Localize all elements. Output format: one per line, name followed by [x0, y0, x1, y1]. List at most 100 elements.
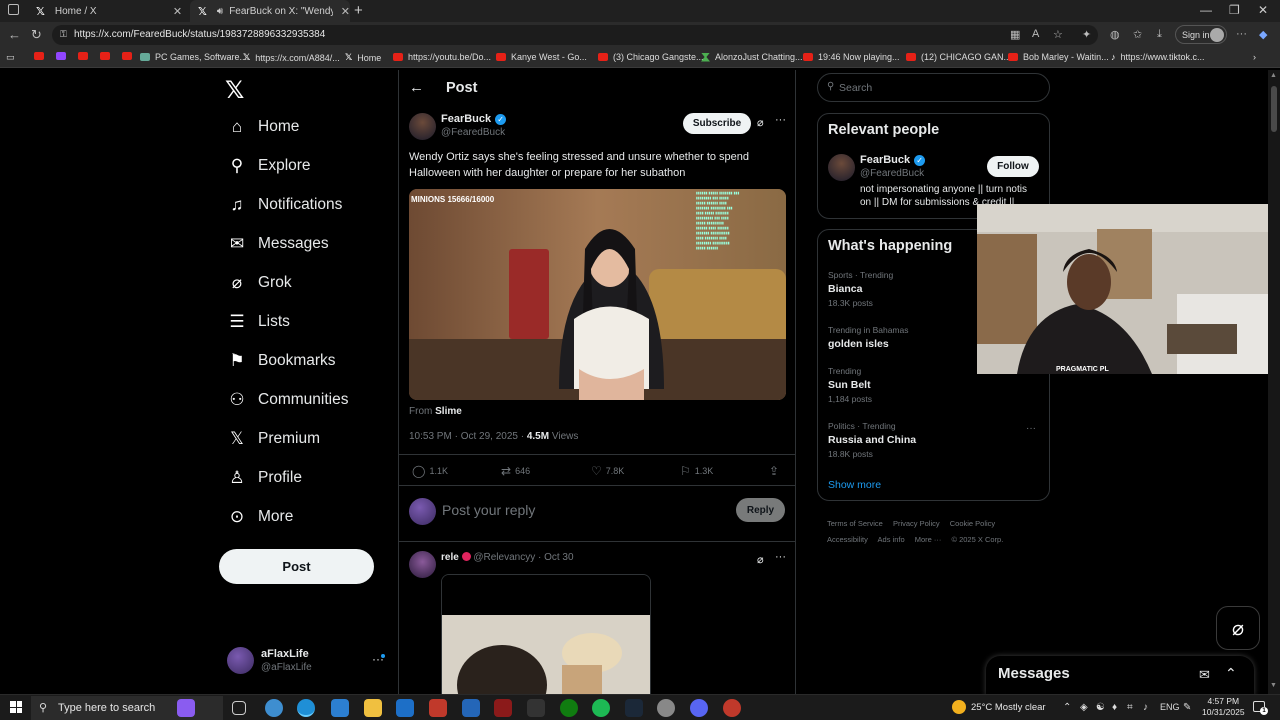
favorite-link[interactable]: https://youtu.be/Do... [393, 52, 491, 62]
comment-media[interactable] [441, 574, 651, 695]
favorite-twitch[interactable] [56, 52, 71, 60]
language-indicator[interactable]: ENG [1160, 702, 1180, 712]
trend-item[interactable]: Trending in Bahamas golden isles [828, 325, 908, 350]
volume-icon[interactable]: ♪ [1143, 702, 1148, 713]
nav-bookmarks[interactable]: ⚑ Bookmarks [226, 347, 335, 375]
footer-link[interactable]: More ··· [915, 535, 942, 544]
nav-messages[interactable]: ✉ Messages [226, 230, 329, 258]
from-source-link[interactable]: Slime [435, 406, 462, 417]
reply-input[interactable]: Post your reply [442, 502, 535, 518]
nav-more[interactable]: ⊙ More [226, 503, 293, 531]
back-arrow-icon[interactable]: ← [409, 79, 424, 96]
reply-action[interactable]: ◯ 1.1K [412, 464, 448, 478]
relevant-handle[interactable]: @FearedBuck [860, 168, 924, 179]
messages-drawer[interactable]: Messages ✉ ⌃ [986, 656, 1254, 696]
app-icon[interactable] [657, 699, 675, 717]
author-handle[interactable]: @FearedBuck [441, 127, 505, 138]
tab-actions-icon[interactable] [8, 4, 19, 15]
microphone-icon[interactable]: ♦ [1112, 702, 1117, 713]
refresh-icon[interactable]: ↻ [31, 27, 42, 43]
store-app-icon[interactable] [331, 699, 349, 717]
app-available-icon[interactable]: ▦ [1010, 28, 1020, 41]
outlook-app-icon[interactable] [396, 699, 414, 717]
share-action[interactable]: ⇪ [769, 464, 783, 478]
comment-handle[interactable]: @Relevancyy [473, 552, 535, 563]
footer-link[interactable]: Accessibility [827, 535, 868, 544]
minimize-button[interactable]: — [1200, 3, 1212, 17]
extensions-icon[interactable]: ✦ [1082, 28, 1091, 41]
spotify-app-icon[interactable] [592, 699, 610, 717]
discord-app-icon[interactable] [690, 699, 708, 717]
post-timestamp[interactable]: 10:53 PM · Oct 29, 2025 · [409, 431, 524, 442]
browser-tab-home[interactable]: 𝕏 Home / X ✕ [28, 0, 188, 22]
x-logo-icon[interactable]: 𝕏 [225, 76, 244, 105]
favorite-link[interactable]: 19:46 Now playing... [803, 52, 900, 62]
close-tab-icon[interactable]: ✕ [173, 5, 182, 18]
favorite-link[interactable]: 𝕏https://x.com/A884/... [243, 52, 340, 63]
grok-explain-icon[interactable]: ⌀ [757, 116, 764, 129]
footer-link[interactable]: Ads info [878, 535, 905, 544]
weather-text[interactable]: 25°C Mostly clear [971, 702, 1046, 713]
scroll-up-icon[interactable]: ▲ [1270, 72, 1277, 79]
nav-grok[interactable]: ⌀ Grok [226, 269, 292, 297]
close-tab-icon[interactable]: ✕ [341, 5, 350, 18]
scroll-down-icon[interactable]: ▼ [1270, 682, 1277, 689]
favorite-youtube-4[interactable] [122, 52, 137, 60]
comment-date[interactable]: Oct 30 [544, 552, 573, 563]
favorite-link[interactable]: Bob Marley - Waitin... [1008, 52, 1109, 62]
tray-overflow-icon[interactable]: ⌃ [1063, 702, 1071, 713]
favorites-icon[interactable]: ✩ [1133, 28, 1142, 41]
favorite-star-icon[interactable]: ☆ [1053, 28, 1063, 41]
relevant-avatar[interactable] [828, 154, 855, 181]
post-more-icon[interactable]: ··· [775, 114, 786, 126]
app-icon[interactable] [429, 699, 447, 717]
browser-essentials-icon[interactable]: ◍ [1110, 28, 1120, 41]
weather-icon[interactable] [952, 700, 966, 714]
show-more-link[interactable]: Show more [828, 479, 881, 491]
xbox-app-icon[interactable] [560, 699, 578, 717]
tray-app-icon[interactable]: ◈ [1080, 702, 1088, 713]
author-avatar[interactable] [409, 113, 436, 140]
nav-notifications[interactable]: ♫ Notifications [226, 191, 343, 219]
nav-lists[interactable]: ☰ Lists [226, 308, 290, 336]
grok-fab-button[interactable]: ⌀ [1216, 606, 1260, 650]
favorite-link[interactable]: ♪ https://www.tiktok.c... [1111, 52, 1205, 62]
expand-drawer-icon[interactable]: ⌃ [1225, 665, 1237, 682]
site-info-icon[interactable]: ⚿ [60, 29, 67, 40]
favorite-link[interactable]: (12) CHICAGO GAN... [906, 52, 1011, 62]
comment-more-icon[interactable]: ··· [775, 551, 786, 563]
favorite-link[interactable]: (3) Chicago Gangste... [598, 52, 704, 62]
trend-item[interactable]: Sports · Trending Bianca 18.3K posts [828, 270, 893, 308]
back-icon[interactable]: ← [8, 27, 21, 42]
app-icon[interactable] [494, 699, 512, 717]
pen-icon[interactable]: ✎ [1183, 702, 1191, 713]
footer-link[interactable]: Terms of Service [827, 519, 883, 528]
tray-app-icon[interactable]: ☯ [1096, 702, 1105, 713]
post-video[interactable]: MINIONS 15666/16000 ▮▮▮▮▮▮ ▮▮▮▮▮ ▮▮▮▮▮▮▮… [409, 189, 786, 400]
edge-app-icon[interactable] [297, 699, 315, 717]
trend-item[interactable]: Politics · Trending Russia and China 18.… [828, 421, 916, 459]
search-highlight-icon[interactable] [177, 699, 195, 717]
nav-explore[interactable]: ⚲ Explore [226, 152, 311, 180]
close-window-button[interactable]: ✕ [1258, 3, 1268, 17]
favorite-link[interactable]: AlonzoJust Chatting... [701, 52, 803, 62]
new-tab-button[interactable]: + [354, 2, 363, 19]
trend-more-icon[interactable]: ··· [1026, 423, 1036, 434]
app-icon[interactable] [527, 699, 545, 717]
favorite-link[interactable]: PC Games, Software... [140, 52, 247, 62]
scroll-thumb[interactable] [1271, 86, 1277, 132]
reply-button[interactable]: Reply [736, 498, 785, 522]
repost-action[interactable]: ⇄ 646 [501, 464, 530, 478]
file-explorer-icon[interactable] [364, 699, 382, 717]
settings-menu-icon[interactable]: ··· [1236, 28, 1247, 40]
favorites-overflow-icon[interactable]: › [1253, 52, 1256, 62]
task-view-icon[interactable] [232, 701, 246, 715]
bookmark-action[interactable]: ⚐ 1.3K [680, 464, 713, 478]
audio-icon[interactable]: 🔊︎ [217, 6, 223, 17]
grok-explain-icon[interactable]: ⌀ [757, 553, 764, 566]
taskbar-clock[interactable]: 4:57 PM 10/31/2025 [1202, 696, 1245, 718]
nav-profile[interactable]: ♙ Profile [226, 464, 302, 492]
relevant-name[interactable]: FearBuck ✓ [860, 154, 926, 166]
browser-tab-post[interactable]: 𝕏 🔊︎ FearBuck on X: "Wendy Ortiz ✕ [190, 0, 350, 22]
footer-link[interactable]: Cookie Policy [950, 519, 995, 528]
